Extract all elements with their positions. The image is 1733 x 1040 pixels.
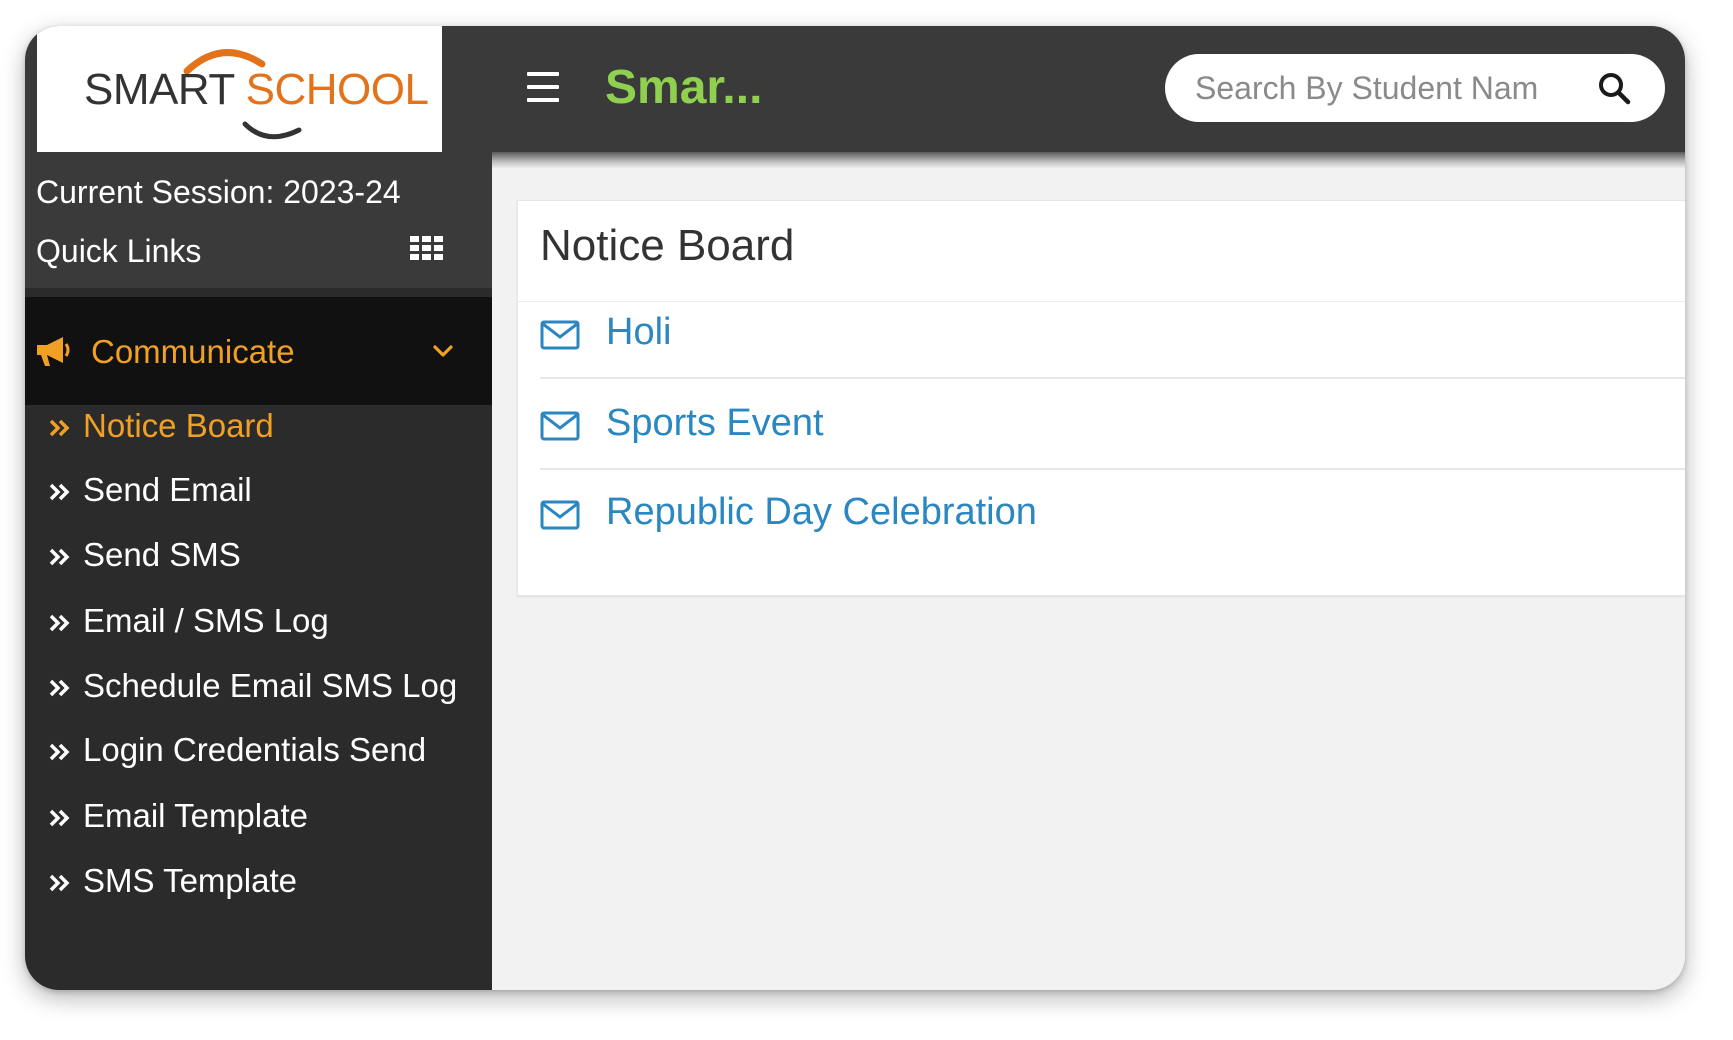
- sidebar-item-label: SMS Template: [83, 862, 297, 899]
- sidebar-section-communicate[interactable]: Communicate: [25, 297, 492, 405]
- current-session-label: Current Session: 2023-24: [36, 174, 401, 210]
- chevron-down-icon[interactable]: [431, 341, 455, 361]
- sidebar-item-label: Schedule Email SMS Log: [83, 667, 458, 704]
- sidebar-item-label: Login Credentials Send: [83, 731, 427, 768]
- notice-title: Sports Event: [606, 402, 824, 444]
- search-input[interactable]: [1195, 68, 1545, 108]
- double-chevron-right-icon: [49, 679, 70, 697]
- double-chevron-right-icon: [49, 483, 70, 501]
- notice-item-holi[interactable]: Holi: [540, 289, 1685, 379]
- double-chevron-right-icon: [49, 874, 70, 892]
- sidebar-item-label: Email Template: [83, 797, 308, 834]
- megaphone-icon: [37, 337, 70, 366]
- sidebar-item-schedule-email-sms-log[interactable]: Schedule Email SMS Log: [25, 665, 492, 725]
- notice-title: Republic Day Celebration: [606, 491, 1037, 533]
- sidebar-item-email-sms-log[interactable]: Email / SMS Log: [25, 600, 492, 660]
- sidebar-item-email-template[interactable]: Email Template: [25, 795, 492, 855]
- logo-text-smart: SMART: [84, 65, 234, 114]
- search-icon[interactable]: [1597, 71, 1631, 105]
- hamburger-menu-icon[interactable]: [527, 72, 559, 102]
- double-chevron-right-icon: [49, 548, 70, 566]
- double-chevron-right-icon: [49, 614, 70, 632]
- sidebar-item-sms-template[interactable]: SMS Template: [25, 860, 492, 920]
- sidebar-item-label: Send Email: [83, 471, 252, 508]
- page-title: Notice Board: [540, 221, 795, 270]
- double-chevron-right-icon: [49, 743, 70, 761]
- sidebar-item-label: Notice Board: [83, 407, 274, 444]
- sidebar-item-send-sms[interactable]: Send SMS: [25, 534, 492, 594]
- notice-item-sports-event[interactable]: Sports Event: [540, 380, 1685, 470]
- logo-text: SMART SCHOOL: [84, 65, 429, 114]
- sidebar-item-notice-board[interactable]: Notice Board: [25, 405, 492, 465]
- sidebar-item-label: Email / SMS Log: [83, 602, 329, 639]
- sidebar-item-label: Send SMS: [83, 536, 241, 573]
- app-title: Smar...: [605, 61, 763, 114]
- envelope-icon: [540, 411, 580, 441]
- content-top-shadow: [492, 152, 1685, 168]
- grid-icon[interactable]: [409, 233, 445, 263]
- app-window: SMART SCHOOL Smar... Current Session: 20…: [25, 26, 1685, 990]
- notice-divider: [540, 377, 1685, 379]
- double-chevron-right-icon: [49, 809, 70, 827]
- quick-links-label[interactable]: Quick Links: [36, 233, 201, 270]
- search-bar: [1165, 54, 1665, 122]
- notice-title: Holi: [606, 311, 672, 353]
- notice-item-republic-day-celebration[interactable]: Republic Day Celebration: [540, 469, 1685, 559]
- sidebar-section-label: Communicate: [91, 333, 295, 370]
- double-chevron-right-icon: [49, 419, 70, 437]
- logo[interactable]: SMART SCHOOL: [37, 26, 442, 152]
- logo-text-school: SCHOOL: [245, 65, 429, 114]
- notice-board-card: Notice Board Holi Sports Event Republic: [517, 200, 1685, 596]
- sidebar: Current Session: 2023-24 Quick Links Com…: [25, 152, 492, 990]
- sidebar-item-send-email[interactable]: Send Email: [25, 469, 492, 529]
- envelope-icon: [540, 320, 580, 350]
- top-navbar: SMART SCHOOL Smar...: [25, 26, 1685, 152]
- sidebar-item-login-credentials-send[interactable]: Login Credentials Send: [25, 729, 492, 789]
- sidebar-header: Current Session: 2023-24 Quick Links: [25, 152, 492, 288]
- envelope-icon: [540, 500, 580, 530]
